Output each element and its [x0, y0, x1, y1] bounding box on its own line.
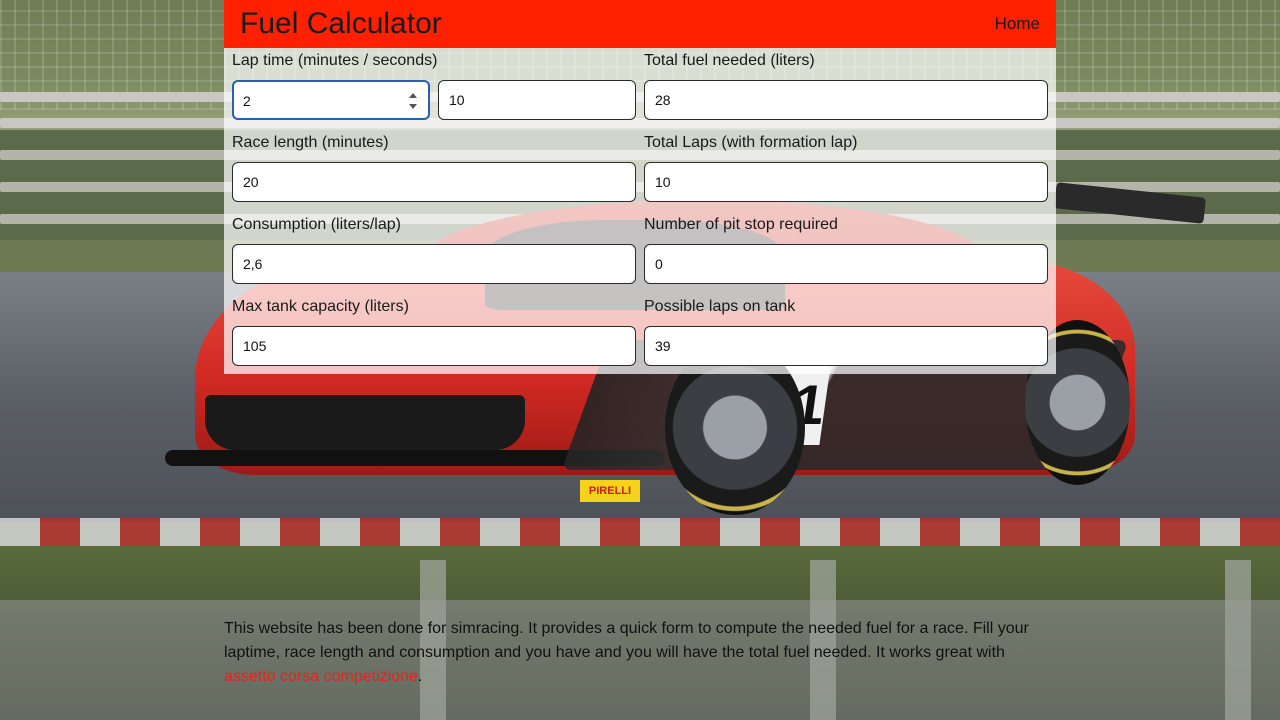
guardrail-post: [1225, 560, 1251, 720]
consumption-value: 2,6: [243, 256, 263, 272]
max-tank-input[interactable]: 105: [232, 326, 636, 366]
lap-minutes-input[interactable]: 2: [232, 80, 430, 120]
total-laps-label: Total Laps (with formation lap): [644, 134, 858, 151]
consumption-input[interactable]: 2,6: [232, 244, 636, 284]
spinner-down-icon[interactable]: [409, 104, 417, 109]
possible-laps-label: Possible laps on tank: [644, 298, 796, 315]
description-text: This website has been done for simracing…: [224, 620, 1029, 661]
pit-stops-output[interactable]: 0: [644, 244, 1048, 284]
spinner-up-icon[interactable]: [409, 93, 417, 98]
site-description: This website has been done for simracing…: [224, 617, 1056, 689]
background-kerb: [0, 518, 1280, 546]
total-fuel-value: 28: [655, 92, 671, 108]
race-length-value: 20: [243, 174, 259, 190]
lap-seconds-input[interactable]: 10: [438, 80, 636, 120]
number-spinner-icon[interactable]: [408, 92, 418, 110]
race-length-input[interactable]: 20: [232, 162, 636, 202]
app-title[interactable]: Fuel Calculator: [240, 0, 442, 48]
car-grille: [205, 395, 525, 450]
consumption-label: Consumption (liters/lap): [232, 216, 401, 233]
pit-stops-value: 0: [655, 256, 663, 272]
home-link[interactable]: Home: [995, 14, 1040, 34]
lap-time-label: Lap time (minutes / seconds): [232, 52, 438, 69]
max-tank-label: Max tank capacity (liters): [232, 298, 409, 315]
possible-laps-value: 39: [655, 338, 671, 354]
lap-seconds-value: 10: [449, 92, 465, 108]
fuel-form-panel: Lap time (minutes / seconds) 2 10 Race l…: [224, 48, 1056, 374]
max-tank-value: 105: [243, 338, 267, 354]
race-length-label: Race length (minutes): [232, 134, 389, 151]
navbar: Fuel Calculator Home: [224, 0, 1056, 48]
total-laps-output[interactable]: 10: [644, 162, 1048, 202]
acc-link[interactable]: assetto corsa competizione: [224, 668, 418, 685]
total-fuel-label: Total fuel needed (liters): [644, 52, 815, 69]
total-fuel-output[interactable]: 28: [644, 80, 1048, 120]
car-sponsor-logo: PIRELLI: [580, 480, 640, 502]
pit-stops-label: Number of pit stop required: [644, 216, 838, 233]
description-trailing: .: [417, 668, 423, 685]
lap-minutes-value: 2: [243, 93, 251, 109]
total-laps-value: 10: [655, 174, 671, 190]
possible-laps-output[interactable]: 39: [644, 326, 1048, 366]
